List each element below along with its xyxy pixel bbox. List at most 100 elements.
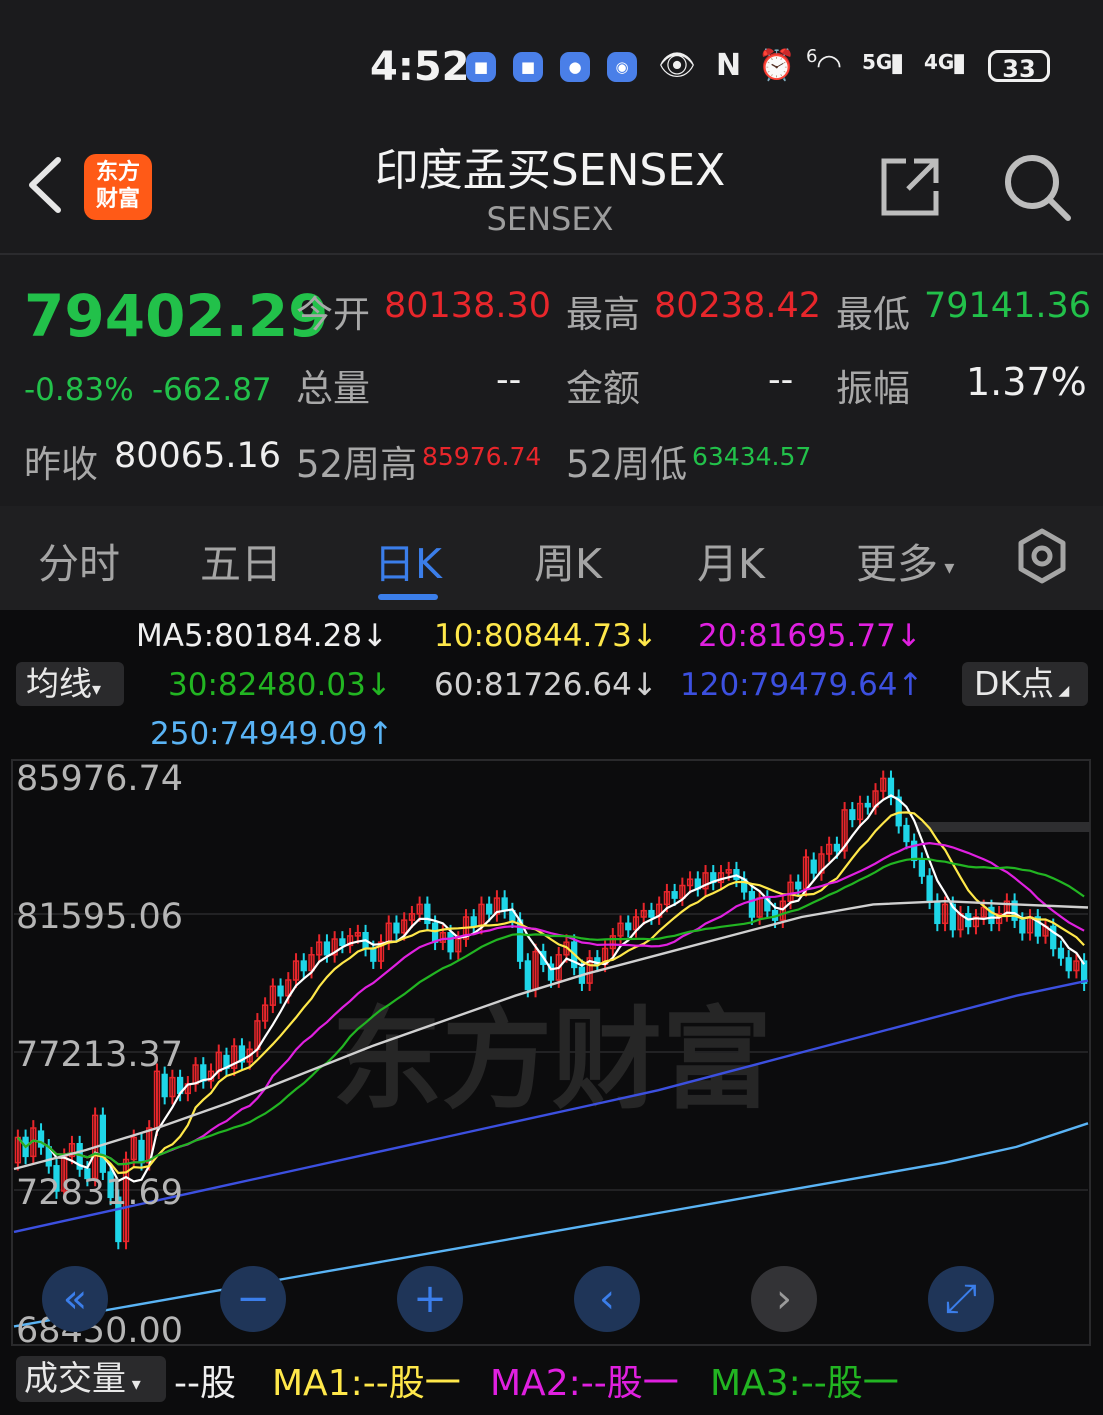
w52-low-value: 63434.57 xyxy=(692,442,812,471)
candle-body xyxy=(323,941,331,956)
candle-body xyxy=(300,960,307,972)
tab-intraday[interactable]: 分时 xyxy=(38,530,120,590)
prev-close-value: 80065.16 xyxy=(114,436,282,476)
candle-body xyxy=(501,897,508,912)
candle-body xyxy=(37,1130,45,1148)
ma250-line xyxy=(13,1122,1089,1328)
ma5-legend: MA5:80184.28↓ xyxy=(136,618,389,654)
candle-body xyxy=(671,891,678,899)
change-amount: -662.87 xyxy=(152,372,272,408)
candle-body xyxy=(903,824,910,843)
candle-body xyxy=(200,1064,207,1082)
alarm-icon: ⏰ xyxy=(758,48,796,83)
logo-text: 财富 xyxy=(95,187,140,212)
app-notification-icon: ■ xyxy=(466,52,496,82)
candle-body xyxy=(393,922,400,934)
candle-body xyxy=(1065,957,1072,972)
y-tick-label: 85976.74 xyxy=(16,759,183,799)
tab-daily-k[interactable]: 日K xyxy=(374,530,442,590)
zoom-out-button[interactable]: − xyxy=(220,1266,286,1332)
open-label: 今开 xyxy=(296,293,370,336)
candle-body xyxy=(648,909,655,918)
indicator-select-button[interactable]: 成交量 ▾ xyxy=(16,1356,166,1402)
candle-body xyxy=(934,900,941,925)
candle-body xyxy=(926,875,933,902)
amplitude-label: 振幅 xyxy=(836,367,910,410)
volume-label: 总量 xyxy=(296,367,370,410)
logo-text: 东方 xyxy=(95,160,140,185)
candle-body xyxy=(470,916,477,928)
tab-five-day[interactable]: 五日 xyxy=(200,530,282,590)
back-icon[interactable] xyxy=(22,150,72,220)
candle-body xyxy=(625,922,632,931)
candle-body xyxy=(810,859,817,874)
amount-label: 金额 xyxy=(566,367,640,410)
candle-body xyxy=(277,985,284,997)
candle-body xyxy=(833,843,841,852)
caret-down-icon: ▾ xyxy=(126,1374,141,1395)
candle-body xyxy=(849,809,856,821)
high-label: 最高 xyxy=(566,293,640,336)
tab-more[interactable]: 更多 ▾ xyxy=(856,530,954,590)
zoom-in-button[interactable]: + xyxy=(397,1266,463,1332)
active-tab-indicator xyxy=(378,594,438,600)
volume-unit: --股 xyxy=(174,1363,236,1404)
ma-hint-bar xyxy=(916,822,1090,832)
candle-body xyxy=(918,859,926,877)
candle-body xyxy=(370,947,377,962)
gear-icon[interactable] xyxy=(1014,528,1070,584)
kline-chart[interactable]: 东方财富 85976.7481595.0677213.3772831.69684… xyxy=(0,758,1103,1348)
candle-body xyxy=(424,903,431,925)
candle-body xyxy=(795,881,802,890)
w52-low-label: 52周低 xyxy=(566,443,688,486)
dk-point-button[interactable]: DK点 ◢ xyxy=(962,662,1088,706)
high-value: 80238.42 xyxy=(654,286,822,326)
network-5g-label: 5G xyxy=(862,50,893,74)
candle-body xyxy=(748,891,756,918)
low-label: 最低 xyxy=(836,293,910,336)
amplitude-value: 1.37% xyxy=(966,360,1087,404)
signal-icon: ▮ xyxy=(890,48,905,78)
status-time: 4:52 xyxy=(370,44,470,90)
ma120-legend: 120:79479.64↑ xyxy=(680,667,924,703)
vol-ma3-legend: MA3:--股一 xyxy=(710,1363,899,1404)
change-percent: -0.83% xyxy=(24,372,134,408)
signal-icon: ▮ xyxy=(952,48,967,78)
tab-monthly-k[interactable]: 月K xyxy=(697,530,765,590)
search-icon[interactable] xyxy=(1002,152,1072,222)
low-value: 79141.36 xyxy=(924,286,1092,326)
divider xyxy=(0,253,1103,255)
candle-body xyxy=(1080,960,1088,984)
page-title: 印度孟买SENSEX xyxy=(374,145,726,196)
caret-down-icon: ▾ xyxy=(938,555,955,579)
tab-weekly-k[interactable]: 周K xyxy=(534,530,602,590)
y-tick-label: 81595.06 xyxy=(16,897,183,937)
candle-body xyxy=(447,931,454,953)
caret-down-icon: ▾ xyxy=(92,679,102,700)
prev-button[interactable]: ‹ xyxy=(574,1266,640,1332)
y-tick-label: 72831.69 xyxy=(16,1173,183,1213)
w52-high-label: 52周高 xyxy=(296,443,418,486)
candle-body xyxy=(161,1073,168,1098)
candle-body xyxy=(864,802,871,808)
jump-first-button[interactable]: « xyxy=(42,1266,108,1332)
ma60-legend: 60:81726.64↓ xyxy=(434,667,658,703)
app-notification-icon: ■ xyxy=(513,52,543,82)
y-tick-label: 77213.37 xyxy=(16,1035,183,1075)
indicator-select-label: 成交量 xyxy=(24,1359,126,1399)
candle-body xyxy=(1019,919,1026,934)
tab-more-label: 更多 xyxy=(856,540,938,588)
fullscreen-button[interactable]: ⤢ xyxy=(928,1266,994,1332)
eastmoney-logo: 东方 财富 xyxy=(84,154,152,220)
corner-icon: ◢ xyxy=(1054,683,1070,699)
share-icon[interactable] xyxy=(878,155,942,219)
wifi-icon: ◠ xyxy=(816,48,843,83)
page-subtitle: SENSEX xyxy=(486,200,614,238)
next-button[interactable]: › xyxy=(751,1266,817,1332)
amount-value: -- xyxy=(768,360,794,400)
vol-ma2-legend: MA2:--股一 xyxy=(490,1363,679,1404)
ma-select-button[interactable]: 均线▾ xyxy=(16,662,124,706)
w52-high-value: 85976.74 xyxy=(422,442,542,471)
app-notification-icon: ● xyxy=(560,52,590,82)
candle-body xyxy=(911,840,918,862)
